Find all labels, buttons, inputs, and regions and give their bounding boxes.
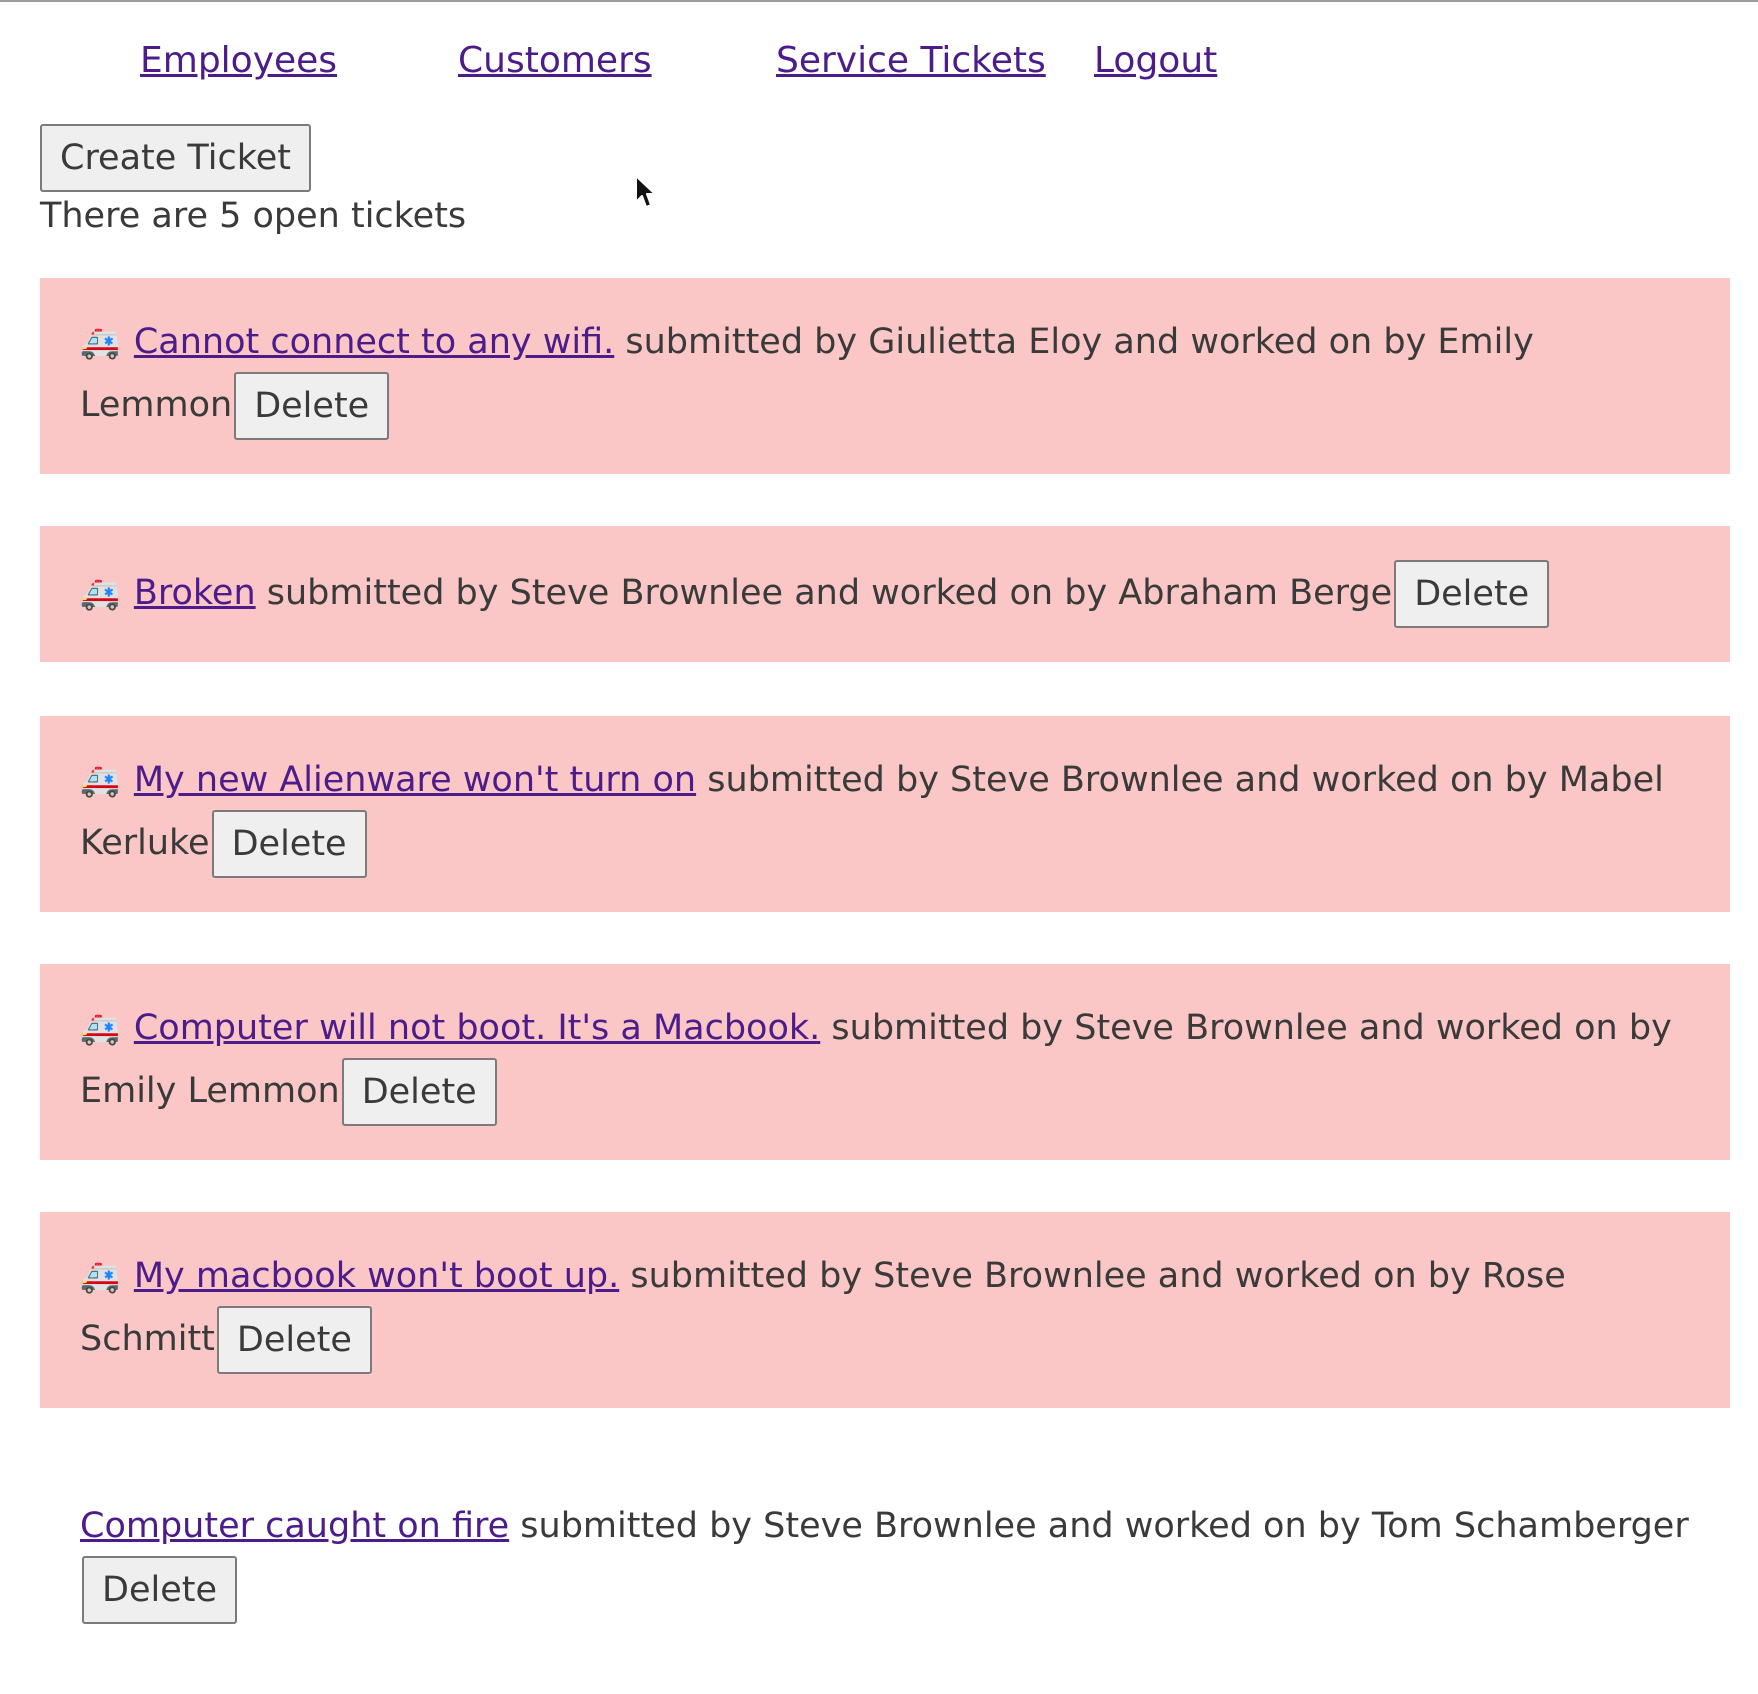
create-ticket-button[interactable]: Create Ticket <box>40 124 311 192</box>
delete-ticket-button[interactable]: Delete <box>216 1306 372 1374</box>
open-ticket-count: There are 5 open tickets <box>40 196 467 236</box>
nav-link-logout[interactable]: Logout <box>1094 40 1217 81</box>
ambulance-icon: 🚑 <box>80 1009 120 1047</box>
ticket-description-link[interactable]: Cannot connect to any wifi. <box>134 322 614 362</box>
ambulance-icon: 🚑 <box>80 761 120 799</box>
ticket-list: 🚑 Cannot connect to any wifi. submitted b… <box>40 278 1730 1658</box>
ticket-description-link[interactable]: Computer caught on fire <box>80 1506 509 1546</box>
main-nav: Employees Customers Service Tickets Logo… <box>0 40 1758 90</box>
mouse-cursor-icon <box>635 175 656 208</box>
ticket-row: 🚑 Broken submitted by Steve Brownlee and … <box>40 526 1730 662</box>
ticket-description-link[interactable]: My new Alienware won't turn on <box>134 760 696 800</box>
nav-link-customers[interactable]: Customers <box>458 40 652 81</box>
nav-link-service-tickets[interactable]: Service Tickets <box>776 40 1046 81</box>
nav-link-employees[interactable]: Employees <box>140 40 337 81</box>
ticket-row: 🚑 Computer will not boot. It's a Macbook.… <box>40 964 1730 1160</box>
delete-ticket-button[interactable]: Delete <box>211 810 367 878</box>
delete-ticket-button[interactable]: Delete <box>234 372 390 440</box>
ticket-details: submitted by Steve Brownlee and worked o… <box>509 1506 1689 1546</box>
delete-ticket-button[interactable]: Delete <box>82 1556 237 1624</box>
ticket-row: 🚑 Cannot connect to any wifi. submitted b… <box>40 278 1730 474</box>
ambulance-icon: 🚑 <box>80 323 120 361</box>
ticket-row: Computer caught on fire submitted by Ste… <box>40 1462 1730 1658</box>
ticket-description-link[interactable]: My macbook won't boot up. <box>134 1256 619 1296</box>
ticket-description-link[interactable]: Broken <box>134 573 256 613</box>
ambulance-icon: 🚑 <box>80 574 120 612</box>
ticket-description-link[interactable]: Computer will not boot. It's a Macbook. <box>134 1008 820 1048</box>
ticket-row: 🚑 My macbook won't boot up. submitted by … <box>40 1212 1730 1408</box>
delete-ticket-button[interactable]: Delete <box>1394 560 1550 628</box>
ticket-row: 🚑 My new Alienware won't turn on submitte… <box>40 716 1730 912</box>
ambulance-icon: 🚑 <box>80 1257 120 1295</box>
delete-ticket-button[interactable]: Delete <box>341 1058 497 1126</box>
ticket-details: submitted by Steve Brownlee and worked o… <box>255 573 1393 613</box>
